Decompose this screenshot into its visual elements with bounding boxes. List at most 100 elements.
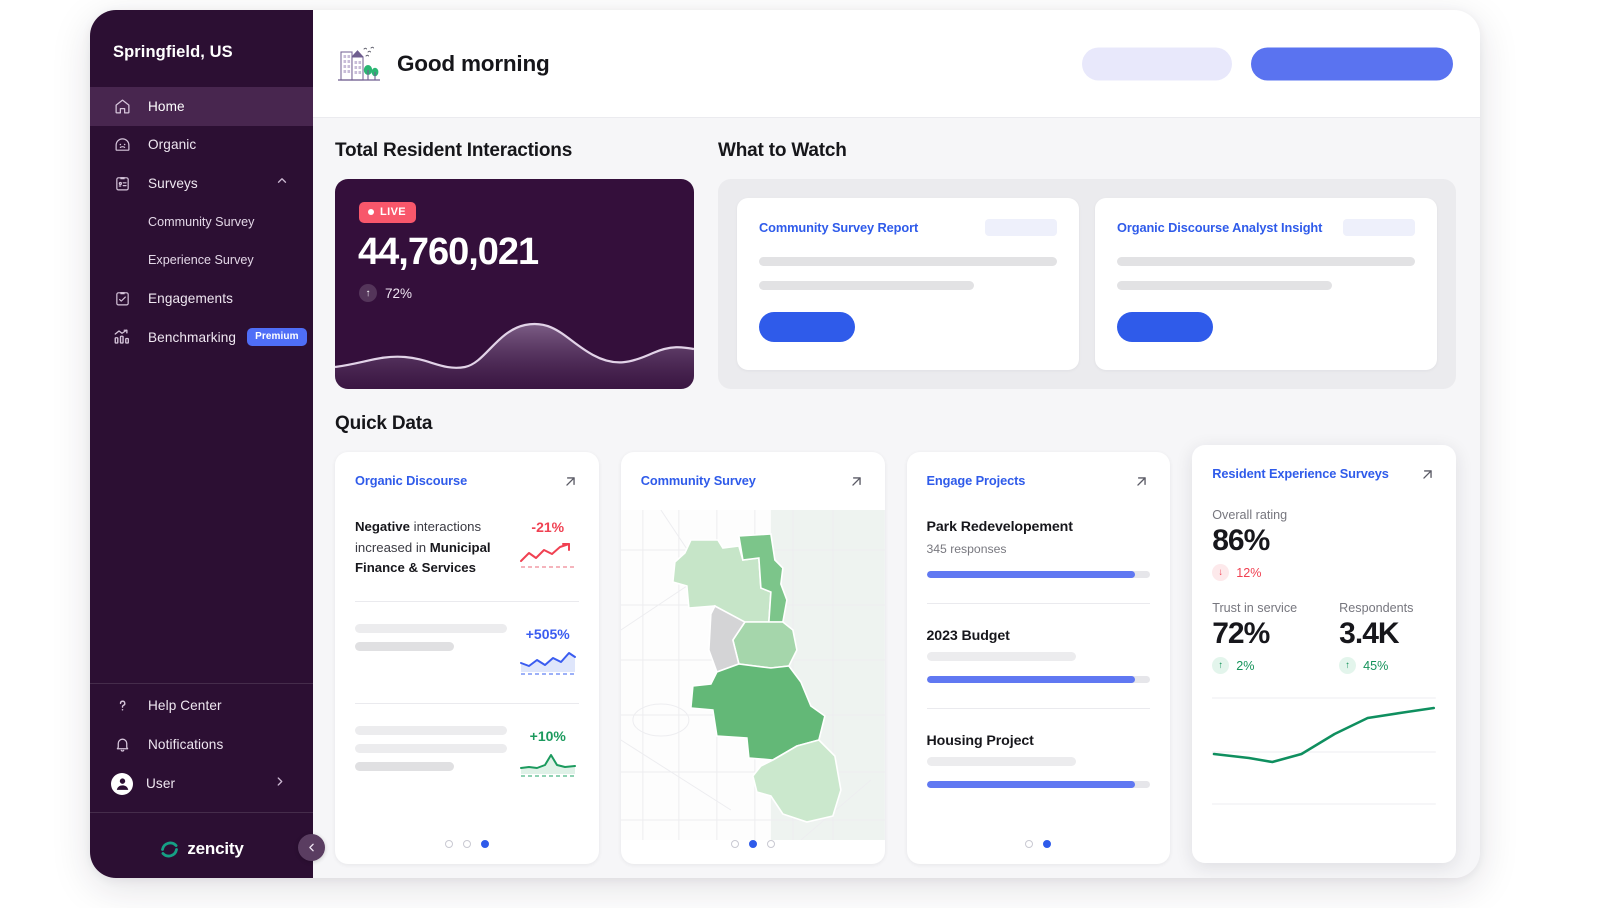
- bar-chart-trend-icon: [113, 328, 131, 346]
- sidebar-item-organic[interactable]: Organic: [90, 126, 313, 165]
- organic-row-2-metric: +505%: [517, 624, 579, 681]
- resident-trend-line-chart: [1212, 697, 1436, 805]
- watch-card-header: Community Survey Report: [759, 219, 1057, 236]
- organization-name: Springfield, US: [113, 43, 233, 61]
- chevron-up-icon[interactable]: [275, 174, 289, 193]
- secondary-action-button[interactable]: [1082, 47, 1232, 80]
- quick-card-organic-discourse[interactable]: Organic Discourse Negative interactions …: [335, 452, 599, 864]
- organic-row-2-sparkline-chart: [519, 651, 576, 675]
- text-placeholder-line: [759, 281, 974, 290]
- sidebar-item-user-label: User: [146, 776, 176, 791]
- overall-rating-value: 86%: [1212, 524, 1270, 557]
- clipboard-check-icon: [113, 290, 131, 308]
- live-badge: LIVE: [359, 202, 417, 223]
- resident-secondary-metrics: Trust in service 72% ↑ 2% Respondents 3.…: [1212, 601, 1436, 674]
- watch-card-cta-button[interactable]: [759, 312, 855, 342]
- chevron-right-icon[interactable]: [273, 774, 287, 793]
- quick-card-title: Organic Discourse: [355, 473, 468, 488]
- community-survey-map[interactable]: [620, 510, 885, 840]
- sidebar-collapse-button[interactable]: [298, 834, 325, 861]
- watch-card-header: Organic Discourse Analyst Insight: [1117, 219, 1415, 236]
- quick-card-header: Resident Experience Surveys: [1192, 445, 1456, 488]
- arrow-up-icon: ↑: [1339, 657, 1357, 674]
- trust-in-service-delta: ↑ 2%: [1212, 657, 1297, 674]
- sidebar-item-notifications-label: Notifications: [148, 737, 224, 752]
- arrow-up-right-icon[interactable]: [1419, 466, 1436, 488]
- resident-trend-chart-container: [1212, 692, 1436, 812]
- quick-data-card-row: Organic Discourse Negative interactions …: [335, 445, 1456, 864]
- trust-in-service-value: 72%: [1212, 617, 1270, 650]
- text-placeholder-line: [1117, 257, 1415, 266]
- arrow-down-icon: ↓: [1212, 564, 1230, 581]
- sidebar-item-engagements[interactable]: Engagements: [90, 280, 313, 319]
- arrow-up-right-icon[interactable]: [562, 473, 579, 495]
- organic-row-2-placeholder: [355, 623, 507, 660]
- quick-card-engage-projects[interactable]: Engage Projects Park Redevelopement 345 …: [906, 452, 1171, 864]
- text-placeholder-line: [355, 641, 454, 651]
- dashboard-content: Total Resident Interactions LIVE 44,760,…: [313, 118, 1480, 864]
- watch-card-cta-button[interactable]: [1117, 312, 1213, 342]
- home-icon: [113, 97, 131, 115]
- organic-insight-sparkline-chart: [519, 543, 575, 568]
- watch-card-title: Organic Discourse Analyst Insight: [1117, 220, 1323, 235]
- carousel-dots: [907, 840, 1171, 848]
- watch-card-organic-discourse-insight[interactable]: Organic Discourse Analyst Insight: [1095, 198, 1437, 370]
- quick-data-title: Quick Data: [335, 413, 433, 434]
- arrow-up-right-icon[interactable]: [1133, 473, 1150, 495]
- sidebar-item-home[interactable]: Home: [90, 87, 313, 126]
- carousel-dots: [335, 840, 599, 848]
- project-progress-fill: [926, 781, 1135, 788]
- organic-insight-metric: -21%: [517, 517, 579, 579]
- sidebar-item-surveys[interactable]: Surveys: [90, 164, 313, 203]
- text-placeholder-line: [355, 725, 507, 735]
- sidebar-item-help-center[interactable]: Help Center: [90, 686, 313, 725]
- carousel-dot[interactable]: [766, 840, 775, 848]
- arrow-up-icon: ↑: [1212, 657, 1230, 674]
- total-interactions-section: Total Resident Interactions LIVE 44,760,…: [335, 140, 694, 389]
- sidebar-subitem-experience-survey[interactable]: Experience Survey: [90, 241, 313, 280]
- organic-row-2: +505%: [335, 602, 599, 681]
- live-interactions-delta: ↑ 72%: [359, 284, 412, 302]
- carousel-dot[interactable]: [1025, 840, 1034, 848]
- sidebar-item-benchmarking[interactable]: Benchmarking Premium: [90, 318, 313, 357]
- avatar-icon: [111, 772, 133, 795]
- live-delta-value: 72%: [385, 285, 413, 301]
- premium-badge: Premium: [247, 328, 307, 347]
- project-progress-bar: [926, 571, 1151, 578]
- carousel-dot-active[interactable]: [1043, 840, 1052, 848]
- live-interactions-card[interactable]: LIVE 44,760,021 ↑ 72%: [335, 179, 694, 389]
- organic-row-3-metric: +10%: [517, 726, 579, 783]
- zencity-wordmark: zencity: [187, 839, 244, 858]
- arrow-up-right-icon[interactable]: [848, 473, 865, 495]
- sidebar-item-benchmarking-label: Benchmarking: [148, 329, 237, 345]
- trust-in-service-metric: Trust in service 72% ↑ 2%: [1212, 601, 1297, 674]
- primary-action-button[interactable]: [1251, 47, 1453, 80]
- watch-card-chip-placeholder: [985, 219, 1057, 236]
- zencity-mark-icon: [161, 841, 179, 857]
- project-responses-placeholder: [926, 652, 1077, 661]
- sidebar-subitem-community-survey[interactable]: Community Survey: [90, 203, 313, 242]
- project-item[interactable]: Park Redevelopement 345 responses: [907, 495, 1171, 578]
- sidebar-item-user[interactable]: User: [90, 764, 313, 803]
- carousel-dot[interactable]: [444, 840, 453, 848]
- topbar-actions: [1082, 47, 1453, 80]
- carousel-dot-active[interactable]: [748, 840, 757, 848]
- carousel-dot[interactable]: [730, 840, 739, 848]
- what-to-watch-title: What to Watch: [718, 140, 847, 161]
- project-item[interactable]: 2023 Budget: [907, 604, 1171, 683]
- carousel-dot-active[interactable]: [480, 840, 489, 848]
- question-mark-icon: [113, 697, 131, 715]
- primary-navigation: Home Organic Surveys Community Survey Ex…: [90, 87, 313, 357]
- watch-card-chip-placeholder: [1343, 219, 1415, 236]
- organic-insight-row: Negative interactions increased in Munic…: [335, 495, 599, 579]
- watch-card-community-survey-report[interactable]: Community Survey Report: [737, 198, 1079, 370]
- sidebar-item-home-label: Home: [148, 98, 185, 114]
- sidebar-item-notifications[interactable]: Notifications: [90, 725, 313, 764]
- quick-card-community-survey[interactable]: Community Survey: [620, 452, 885, 864]
- organic-insight-metric-value: -21%: [531, 519, 565, 535]
- quick-card-title: Resident Experience Surveys: [1212, 466, 1389, 481]
- trust-in-service-delta-value: 2%: [1236, 658, 1255, 673]
- project-item[interactable]: Housing Project: [907, 709, 1171, 788]
- carousel-dot[interactable]: [462, 840, 471, 848]
- quick-card-resident-experience-surveys[interactable]: Resident Experience Surveys Overall rati…: [1192, 445, 1456, 863]
